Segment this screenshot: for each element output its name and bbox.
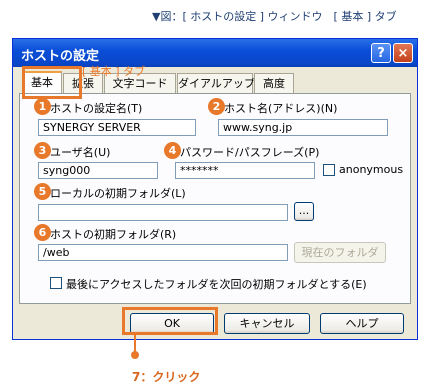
window-title: ホストの設定	[21, 49, 100, 64]
password-field[interactable]: *******	[175, 162, 315, 179]
cancel-button[interactable]: キャンセル	[224, 313, 310, 334]
close-button[interactable]: ×	[393, 43, 413, 63]
step-marker-5: 5	[34, 183, 51, 200]
host-folder-field[interactable]: /web	[38, 244, 288, 261]
step-marker-4: 4	[164, 142, 181, 159]
help-button[interactable]: ヘルプ	[320, 313, 404, 334]
setting-name-label: ホストの設定名(T)	[50, 102, 143, 115]
anonymous-label: anonymous	[339, 163, 404, 176]
callout-dot	[131, 351, 139, 359]
tab-annotation: [ 基本 ] タブ	[82, 65, 146, 78]
step-marker-3: 3	[34, 142, 51, 159]
step-marker-1: 1	[34, 98, 51, 115]
host-name-label: ホスト名(アドレス)(N)	[224, 102, 338, 115]
step-7-label: 7：クリック	[132, 370, 201, 384]
host-folder-label: ホストの初期フォルダ(R)	[50, 228, 177, 241]
last-folder-label: 最後にアクセスしたフォルダを次回の初期フォルダとする(E)	[66, 278, 367, 291]
local-folder-label: ローカルの初期フォルダ(L)	[50, 187, 186, 200]
anonymous-checkbox[interactable]	[323, 164, 335, 176]
basic-tab-highlight	[22, 66, 82, 99]
password-label: パスワード/パスフレーズ(P)	[180, 146, 320, 159]
user-name-field[interactable]: syng000	[38, 162, 158, 179]
basic-tab-panel: 1 ホストの設定名(T) SYNERGY SERVER 2 ホスト名(アドレス)…	[19, 93, 411, 304]
step-marker-6: 6	[34, 224, 51, 241]
help-title-button[interactable]: ?	[371, 43, 391, 63]
setting-name-field[interactable]: SYNERGY SERVER	[38, 119, 196, 136]
host-name-field[interactable]: www.syng.jp	[218, 119, 388, 136]
title-bar: ホストの設定 ? ×	[13, 39, 417, 67]
step-marker-2: 2	[208, 98, 225, 115]
local-folder-field[interactable]	[38, 204, 288, 221]
user-name-label: ユーザ名(U)	[50, 146, 111, 159]
figure-caption: ▼図：[ ホストの設定 ] ウィンドウ [ 基本 ] タブ	[152, 10, 397, 23]
tab-advanced[interactable]: 高度	[254, 73, 294, 93]
browse-folder-button[interactable]: ...	[294, 202, 314, 221]
current-folder-button[interactable]: 現在のフォルダ	[294, 242, 386, 263]
last-folder-checkbox[interactable]	[50, 277, 62, 289]
ok-button-highlight	[122, 307, 218, 335]
tab-dialup[interactable]: ダイアルアップ	[177, 73, 255, 93]
